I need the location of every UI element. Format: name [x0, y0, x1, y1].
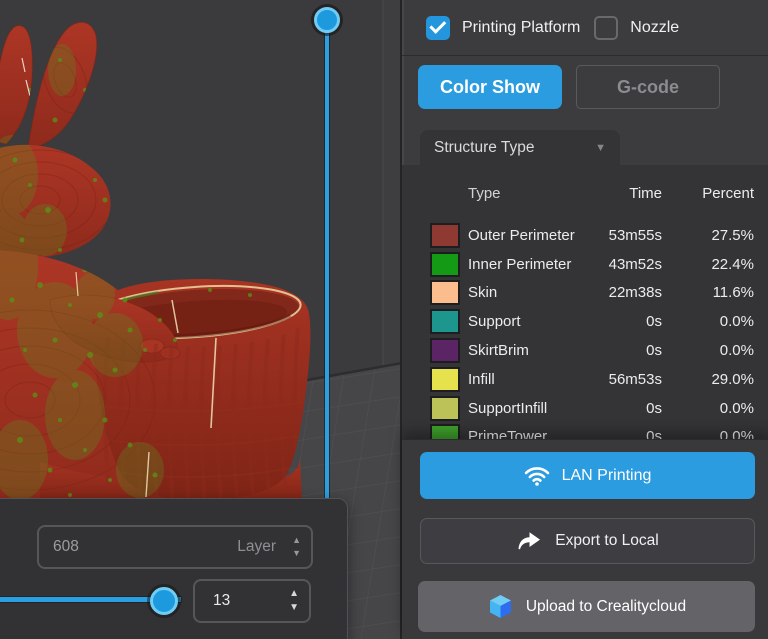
row-label: PrimeTower [468, 428, 548, 439]
color-swatch [430, 366, 460, 392]
row-time: 0s [646, 313, 662, 331]
wifi-icon [524, 465, 550, 486]
print-actions-panel: LAN Printing Export to Local Upload to C… [402, 439, 768, 639]
row-label: Skin [468, 284, 498, 302]
show-options-row: Printing Platform Nozzle [402, 0, 768, 56]
row-percent: 0.0% [719, 313, 754, 331]
upload-to-crealitycloud-button[interactable]: Upload to Crealitycloud [418, 581, 755, 632]
color-swatch [430, 338, 460, 364]
row-time: 56m53s [608, 370, 662, 388]
row-percent: 0.0% [719, 342, 754, 360]
row-time: 53m55s [608, 226, 662, 244]
table-row: Skin 22m38s 11.6% [402, 279, 768, 308]
gcode-button[interactable]: G-code [576, 65, 720, 109]
layer-spinner[interactable]: ▲ ▼ [292, 536, 301, 558]
spinner-down-icon[interactable]: ▼ [292, 549, 301, 558]
row-percent: 29.0% [711, 370, 754, 388]
row-time: 22m38s [608, 284, 662, 302]
export-to-local-label: Export to Local [555, 532, 659, 549]
nozzle-checkbox[interactable] [594, 15, 619, 40]
upload-to-crealitycloud-label: Upload to Crealitycloud [525, 597, 687, 615]
preview-sidebar: Printing Platform Nozzle Color Show G-co… [400, 0, 768, 639]
rabbit-basket-model [0, 21, 311, 524]
spinner-down-icon[interactable]: ▼ [289, 603, 299, 613]
row-percent: 22.4% [711, 255, 754, 273]
color-swatch [430, 251, 460, 277]
row-percent: 0.0% [719, 428, 754, 439]
table-row: Inner Perimeter 43m52s 22.4% [402, 250, 768, 279]
step-slider-handle[interactable] [150, 587, 178, 615]
lan-printing-label: LAN Printing [561, 466, 652, 484]
table-row: Outer Perimeter 53m55s 27.5% [402, 221, 768, 250]
step-number-field[interactable]: 13 ▲ ▼ [193, 579, 311, 623]
row-percent: 0.0% [719, 399, 754, 417]
printing-platform-checkbox[interactable] [426, 15, 450, 40]
layer-slider-handle[interactable] [314, 7, 340, 33]
creality-cloud-icon [487, 593, 514, 620]
structure-type-label: Structure Type [434, 138, 535, 156]
table-row: PrimeTower 0s 0.0% [402, 423, 768, 439]
build-volume-right-wall [383, 0, 400, 367]
column-time: Time [629, 184, 662, 202]
nozzle-label: Nozzle [630, 18, 680, 36]
color-swatch [430, 280, 460, 306]
row-label: Infill [468, 370, 495, 388]
spinner-up-icon[interactable]: ▲ [289, 589, 299, 599]
layer-unit-label: Layer [237, 538, 277, 555]
step-value[interactable]: 13 [213, 592, 289, 610]
chevron-down-icon: ▼ [595, 141, 606, 154]
row-time: 0s [646, 342, 662, 360]
column-percent: Percent [702, 184, 754, 202]
slicer-preview-screen: 608 Layer ▲ ▼ 13 ▲ ▼ Printing Platform N… [0, 0, 768, 639]
export-to-local-button[interactable]: Export to Local [420, 518, 755, 564]
table-row: Infill 56m53s 29.0% [402, 365, 768, 394]
row-label: Inner Perimeter [468, 255, 572, 273]
row-percent: 11.6% [712, 284, 754, 302]
row-percent: 27.5% [711, 226, 754, 244]
color-show-button[interactable]: Color Show [418, 65, 562, 109]
structure-table: Type Time Percent Outer Perimeter 53m55s… [402, 165, 768, 439]
structure-type-dropdown[interactable]: Structure Type ▼ [420, 130, 620, 165]
layer-number-field[interactable]: 608 Layer ▲ ▼ [37, 525, 313, 569]
table-row: SupportInfill 0s 0.0% [402, 394, 768, 423]
color-swatch [430, 309, 460, 335]
spinner-up-icon[interactable]: ▲ [292, 536, 301, 545]
export-arrow-icon [516, 530, 543, 553]
row-label: Support [468, 313, 521, 331]
color-swatch [430, 222, 460, 248]
step-spinner[interactable]: ▲ ▼ [289, 589, 299, 613]
row-time: 0s [646, 428, 662, 439]
layer-slider-track[interactable] [325, 18, 329, 498]
printing-platform-label: Printing Platform [462, 18, 581, 36]
view-mode-buttons: Color Show G-code [402, 56, 768, 109]
row-label: SkirtBrim [468, 342, 529, 360]
table-row: Support 0s 0.0% [402, 307, 768, 336]
color-swatch [430, 424, 460, 439]
table-row: SkirtBrim 0s 0.0% [402, 336, 768, 365]
row-label: Outer Perimeter [468, 226, 575, 244]
check-icon [428, 16, 446, 34]
layer-value[interactable]: 608 [53, 538, 237, 556]
structure-table-header: Type Time Percent [402, 165, 768, 221]
lan-printing-button[interactable]: LAN Printing [420, 452, 755, 499]
row-label: SupportInfill [468, 399, 548, 417]
layer-control-panel: 608 Layer ▲ ▼ 13 ▲ ▼ [0, 498, 348, 639]
row-time: 0s [646, 399, 662, 417]
row-time: 43m52s [608, 255, 662, 273]
column-type: Type [468, 184, 501, 202]
color-swatch [430, 395, 460, 421]
